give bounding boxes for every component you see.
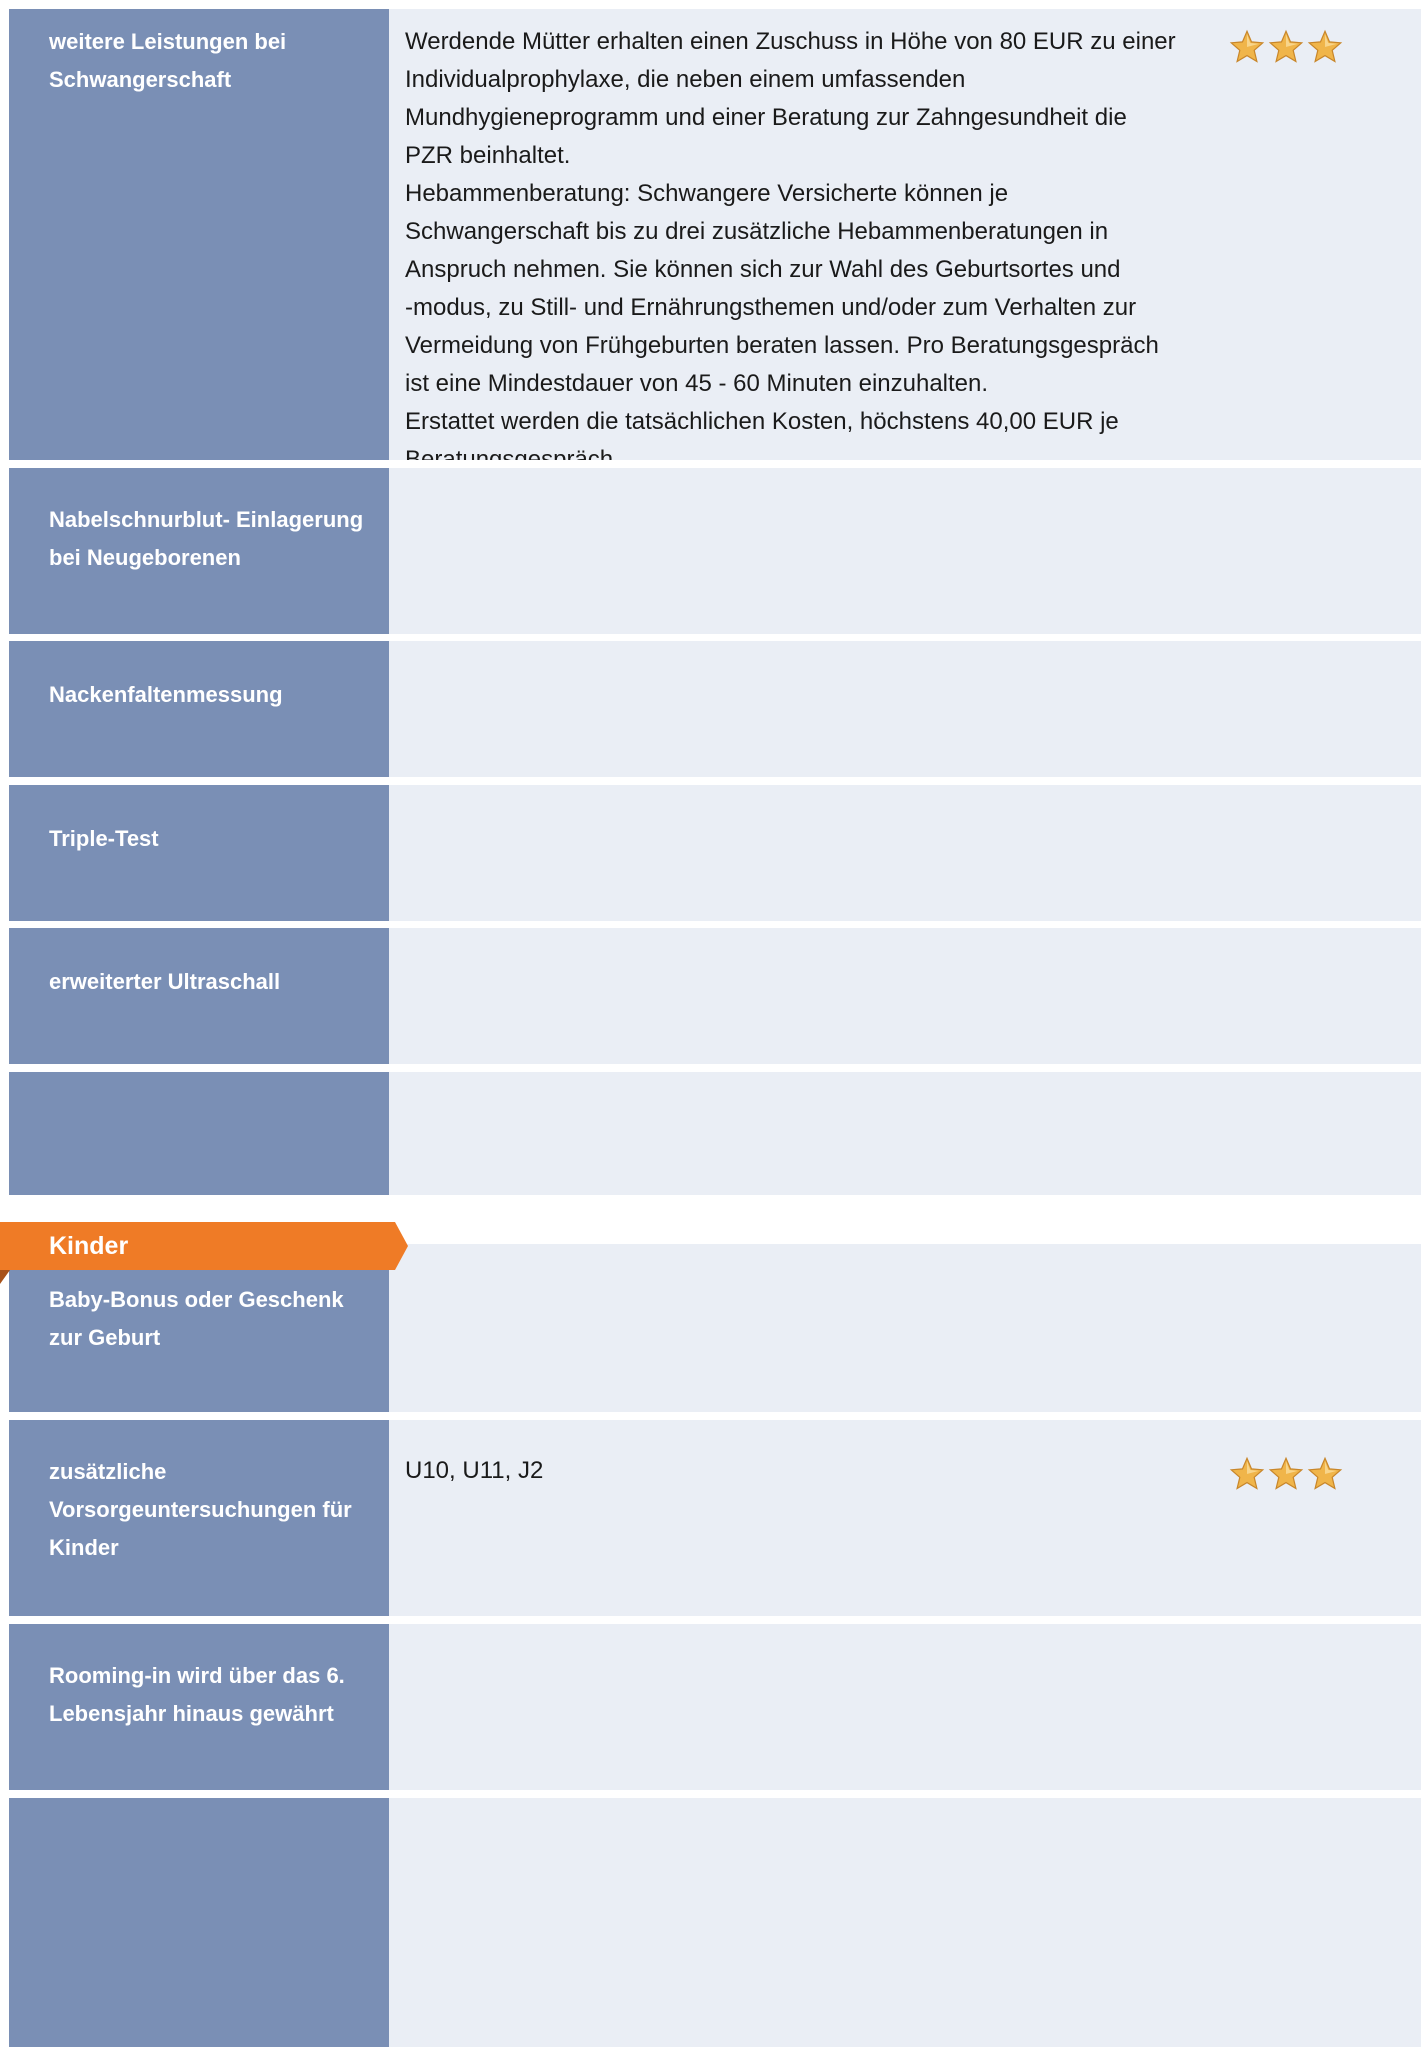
- benefit-content: [389, 1072, 1421, 1195]
- rating-stars: [1229, 1456, 1343, 1492]
- benefit-content: U10, U11, J2: [389, 1420, 1421, 1616]
- benefit-row-empty: [9, 1072, 1421, 1195]
- benefit-row-nabelschnurblut: Nabelschnurblut- Einlagerung bei Neugebo…: [9, 468, 1421, 634]
- benefit-row-empty: [9, 1798, 1421, 2047]
- rating-stars: [1229, 29, 1343, 65]
- benefit-row-nackenfaltenmessung: Nackenfaltenmessung: [9, 641, 1421, 777]
- benefit-content: [389, 928, 1421, 1064]
- benefit-content: [389, 785, 1421, 921]
- section-title: Kinder: [49, 1231, 129, 1260]
- benefit-label: zusätzliche Vorsorgeuntersuchungen für K…: [9, 1420, 389, 1616]
- star-icon: [1229, 29, 1265, 63]
- benefit-row-triple-test: Triple-Test: [9, 785, 1421, 921]
- benefit-label: Nackenfaltenmessung: [9, 641, 389, 777]
- star-icon: [1268, 29, 1304, 63]
- star-icon: [1268, 1456, 1304, 1490]
- benefit-label: Triple-Test: [9, 785, 389, 921]
- benefit-row-ultraschall: erweiterter Ultraschall: [9, 928, 1421, 1064]
- benefit-row-schwangerschaft: weitere Leistungen bei Schwangerschaft W…: [9, 9, 1421, 460]
- benefit-description: Werdende Mütter erhalten einen Zuschuss …: [405, 28, 1176, 460]
- benefit-label: weitere Leistungen bei Schwangerschaft: [9, 9, 389, 460]
- benefit-label: erweiterter Ultraschall: [9, 928, 389, 1064]
- benefit-content: [389, 1624, 1421, 1790]
- star-icon: [1229, 1456, 1265, 1490]
- benefit-row-rooming-in: Rooming-in wird über das 6. Lebensjahr h…: [9, 1624, 1421, 1790]
- star-icon: [1307, 29, 1343, 63]
- benefit-content: [389, 468, 1421, 634]
- benefit-row-vorsorgeuntersuchungen: zusätzliche Vorsorgeuntersuchungen für K…: [9, 1420, 1421, 1616]
- section-tab-kinder: Kinder: [0, 1222, 410, 1284]
- section-tab-fold: [0, 1270, 10, 1284]
- benefit-label: Rooming-in wird über das 6. Lebensjahr h…: [9, 1624, 389, 1790]
- benefit-label: [9, 1072, 389, 1195]
- benefit-content: [389, 1798, 1421, 2047]
- benefit-description: U10, U11, J2: [405, 1457, 544, 1484]
- benefit-content: [389, 641, 1421, 777]
- benefit-content: Werdende Mütter erhalten einen Zuschuss …: [389, 9, 1421, 460]
- benefit-label: Nabelschnurblut- Einlagerung bei Neugebo…: [9, 468, 389, 634]
- benefit-label: [9, 1798, 389, 2047]
- star-icon: [1307, 1456, 1343, 1490]
- benefit-content: [389, 1244, 1421, 1412]
